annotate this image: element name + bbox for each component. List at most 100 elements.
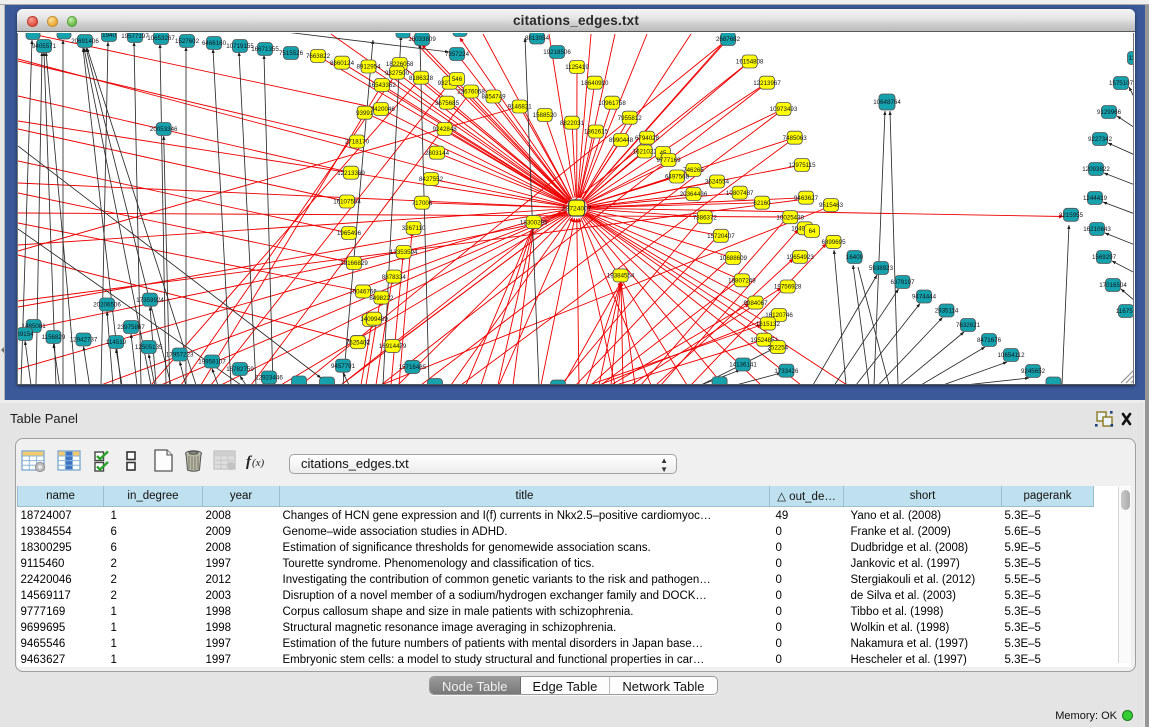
svg-text:2718170: 2718170 (345, 139, 370, 146)
svg-text:717006: 717006 (412, 200, 433, 207)
svg-text:1112: 1112 (1129, 55, 1134, 62)
svg-text:114519: 114519 (106, 339, 127, 346)
svg-text:3215955: 3215955 (1059, 212, 1084, 219)
svg-text:17957223: 17957223 (166, 352, 194, 359)
svg-text:746266: 746266 (683, 167, 704, 174)
svg-text:9146821: 9146821 (508, 104, 533, 111)
svg-text:6794028: 6794028 (635, 135, 660, 142)
svg-text:10719155: 10719155 (226, 43, 254, 50)
svg-text:18807249: 18807249 (728, 278, 756, 285)
svg-text:20053346: 20053346 (150, 126, 178, 133)
svg-text:15716485: 15716485 (399, 364, 427, 371)
svg-text:2803144: 2803144 (425, 150, 450, 157)
svg-text:16409: 16409 (846, 254, 864, 261)
svg-text:5938923: 5938923 (869, 265, 894, 272)
svg-text:12213967: 12213967 (753, 80, 781, 87)
svg-text:6466160: 6466160 (202, 40, 227, 47)
svg-text:7386372: 7386372 (693, 214, 718, 221)
svg-text:14136141: 14136141 (729, 362, 757, 369)
svg-text:6497568: 6497568 (665, 174, 690, 181)
svg-text:64: 64 (809, 228, 816, 235)
svg-text:9129966: 9129966 (1097, 109, 1122, 116)
svg-text:8878334: 8878334 (382, 274, 407, 281)
svg-text:546: 546 (452, 76, 463, 83)
svg-text:39154: 39154 (18, 331, 34, 338)
svg-text:16210643: 16210643 (1083, 226, 1111, 233)
svg-text:10688609: 10688609 (719, 255, 747, 262)
svg-text:10025438: 10025438 (776, 214, 804, 221)
svg-text:1125419: 1125419 (565, 64, 589, 71)
svg-text:8912954: 8912954 (356, 64, 381, 71)
svg-text:19218506: 19218506 (543, 49, 571, 56)
svg-text:18724007: 18724007 (562, 206, 592, 213)
svg-text:(x): (x) (252, 457, 265, 469)
svg-text:12213369: 12213369 (337, 170, 365, 177)
svg-text:8186328: 8186328 (409, 75, 434, 82)
svg-text:16033809: 16033809 (408, 36, 436, 43)
svg-text:19958107: 19958107 (198, 359, 226, 366)
svg-text:8427552: 8427552 (419, 176, 444, 183)
svg-text:9327500: 9327500 (385, 70, 410, 77)
svg-text:10654112: 10654112 (997, 352, 1025, 359)
svg-text:8498222: 8498222 (369, 295, 394, 302)
svg-text:16914479: 16914479 (379, 343, 407, 350)
svg-text:18640910: 18640910 (581, 80, 609, 87)
svg-text:1569297: 1569297 (1092, 254, 1117, 261)
svg-text:8990448: 8990448 (609, 137, 634, 144)
svg-text:9474444: 9474444 (912, 294, 937, 301)
svg-text:10973493: 10973493 (770, 106, 798, 113)
svg-text:19756928: 19756928 (774, 284, 802, 291)
svg-text:17359924: 17359924 (136, 297, 164, 304)
svg-text:23975867: 23975867 (117, 324, 145, 331)
svg-text:18300295: 18300295 (520, 219, 548, 226)
svg-text:8454749: 8454749 (481, 94, 506, 101)
svg-text:8471676: 8471676 (977, 337, 1002, 344)
svg-text:1615132: 1615132 (756, 321, 781, 328)
svg-text:9463627: 9463627 (794, 195, 819, 202)
svg-text:2687682: 2687682 (716, 36, 741, 43)
svg-text:9777169: 9777169 (656, 157, 681, 164)
svg-text:1588520: 1588520 (533, 112, 558, 119)
svg-text:7955812: 7955812 (618, 115, 643, 122)
svg-text:1362615: 1362615 (584, 129, 609, 136)
svg-text:116753: 116753 (1116, 308, 1134, 315)
svg-text:19577197: 19577197 (121, 33, 149, 40)
svg-text:1156829: 1156829 (42, 334, 66, 341)
svg-text:13353594: 13353594 (390, 249, 418, 256)
svg-text:19166829: 19166829 (340, 260, 368, 267)
svg-text:10648764: 10648764 (873, 99, 901, 106)
svg-text:10961758: 10961758 (598, 100, 626, 107)
svg-text:10653267: 10653267 (147, 35, 175, 42)
svg-text:1733426: 1733426 (774, 368, 799, 375)
svg-text:252254: 252254 (767, 344, 788, 351)
svg-text:12923446: 12923446 (255, 375, 283, 382)
svg-text:1965496: 1965496 (337, 230, 362, 237)
svg-text:9245652: 9245652 (1021, 368, 1046, 375)
svg-text:1527602: 1527602 (175, 38, 200, 45)
svg-text:12975115: 12975115 (788, 162, 816, 169)
svg-text:14099489: 14099489 (360, 316, 388, 323)
svg-text:10807487: 10807487 (726, 190, 754, 197)
svg-text:62160: 62160 (753, 200, 771, 207)
svg-text:16107554: 16107554 (333, 199, 361, 206)
svg-text:3675685: 3675685 (435, 100, 460, 107)
svg-text:1621022: 1621022 (633, 149, 658, 156)
svg-text:20691406: 20691406 (71, 38, 99, 45)
svg-text:9227342: 9227342 (1088, 136, 1113, 143)
svg-text:1244419: 1244419 (1083, 195, 1108, 202)
svg-text:8822031: 8822031 (560, 120, 585, 127)
svg-text:19654923: 19654923 (786, 254, 814, 261)
svg-text:12093822: 12093822 (1082, 166, 1110, 173)
svg-text:20364436: 20364436 (680, 191, 708, 198)
svg-text:12942737: 12942737 (70, 337, 98, 344)
svg-text:19384554: 19384554 (607, 273, 635, 280)
svg-text:1940: 1940 (102, 33, 116, 39)
svg-text:7632621: 7632621 (956, 322, 981, 329)
svg-text:9084067: 9084067 (743, 300, 768, 307)
svg-text:17016504: 17016504 (1099, 282, 1127, 289)
svg-text:8660124: 8660124 (330, 60, 355, 67)
svg-text:7357224: 7357224 (445, 51, 470, 58)
svg-text:9242848: 9242848 (433, 126, 458, 133)
svg-text:7485063: 7485063 (783, 135, 808, 142)
svg-text:9405571: 9405571 (32, 43, 57, 50)
